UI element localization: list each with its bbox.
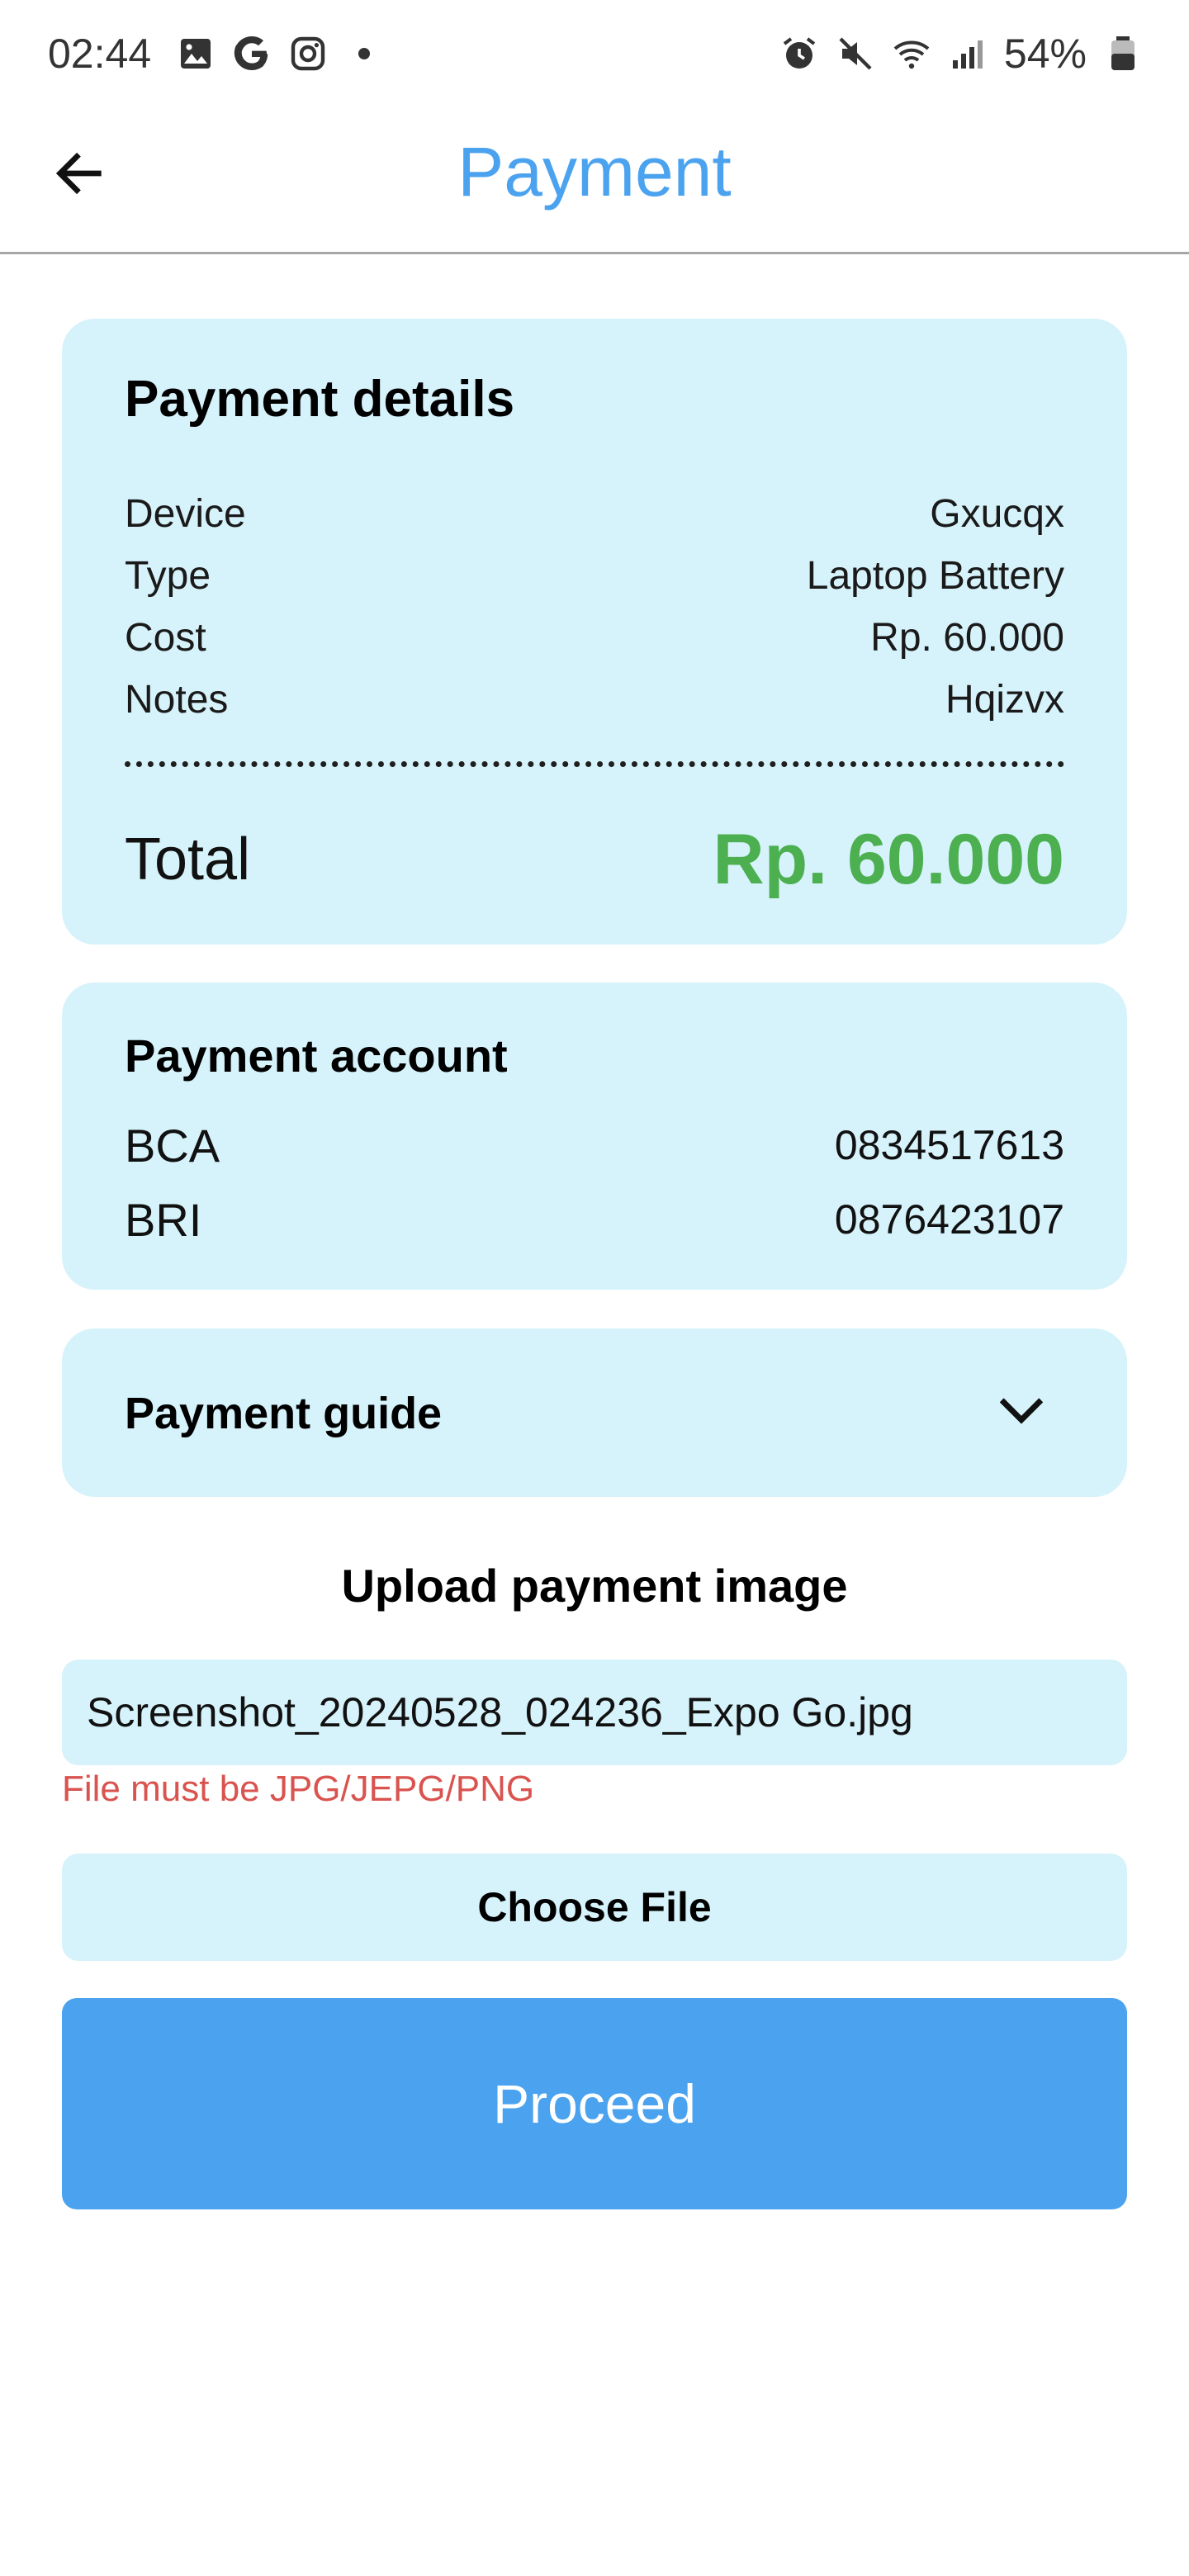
status-bar: 02:44 54% bbox=[0, 0, 1189, 107]
status-left: 02:44 bbox=[48, 30, 384, 78]
alarm-icon bbox=[779, 34, 819, 73]
total-row: Total Rp. 60.000 bbox=[125, 814, 1064, 905]
choose-file-button[interactable]: Choose File bbox=[62, 1854, 1127, 1961]
bank-name: BRI bbox=[125, 1193, 202, 1246]
file-type-error: File must be JPG/JEPG/PNG bbox=[62, 1769, 535, 1809]
payment-screen: 02:44 54% Payment Payment details Device… bbox=[0, 0, 1189, 2576]
account-row-bri: BRI 0876423107 bbox=[125, 1186, 1064, 1252]
detail-row-notes: Notes Hqizvx bbox=[125, 670, 1064, 728]
dot-icon bbox=[344, 34, 384, 73]
payment-details-title: Payment details bbox=[125, 371, 515, 428]
detail-value: Gxucqx bbox=[930, 491, 1064, 536]
account-number: 0876423107 bbox=[834, 1196, 1064, 1243]
google-icon bbox=[232, 34, 272, 73]
total-value: Rp. 60.000 bbox=[713, 819, 1064, 899]
status-right: 54% bbox=[779, 30, 1143, 78]
signal-icon bbox=[948, 34, 988, 73]
payment-details-card: Payment details Device Gxucqx Type Lapto… bbox=[62, 319, 1127, 945]
page-title: Payment bbox=[457, 133, 732, 211]
app-header: Payment bbox=[0, 107, 1189, 254]
image-icon bbox=[176, 34, 216, 73]
detail-value: Rp. 60.000 bbox=[870, 615, 1064, 660]
detail-row-device: Device Gxucqx bbox=[125, 485, 1064, 542]
detail-label: Cost bbox=[125, 615, 206, 660]
detail-value: Laptop Battery bbox=[806, 553, 1064, 598]
detail-label: Notes bbox=[125, 677, 229, 722]
bank-name: BCA bbox=[125, 1119, 220, 1172]
wifi-icon bbox=[892, 34, 931, 73]
detail-row-type: Type Laptop Battery bbox=[125, 547, 1064, 604]
status-time: 02:44 bbox=[48, 31, 152, 77]
payment-guide-title: Payment guide bbox=[125, 1389, 443, 1438]
chevron-down-icon[interactable] bbox=[995, 1385, 1048, 1437]
detail-label: Device bbox=[125, 491, 246, 536]
mute-icon bbox=[836, 34, 875, 73]
proceed-button[interactable]: Proceed bbox=[62, 1998, 1127, 2209]
detail-value: Hqizvx bbox=[945, 677, 1064, 722]
payment-guide-accordion[interactable]: Payment guide bbox=[62, 1328, 1127, 1497]
battery-percent: 54% bbox=[1003, 31, 1087, 77]
payment-account-title: Payment account bbox=[125, 1030, 508, 1082]
selected-file-field[interactable]: Screenshot_20240528_024236_Expo Go.jpg bbox=[62, 1660, 1127, 1765]
instagram-icon bbox=[288, 34, 328, 73]
battery-icon bbox=[1103, 34, 1143, 73]
upload-title: Upload payment image bbox=[341, 1560, 848, 1612]
account-number: 0834517613 bbox=[834, 1122, 1064, 1168]
account-row-bca: BCA 0834517613 bbox=[125, 1112, 1064, 1178]
detail-label: Type bbox=[125, 553, 211, 598]
detail-row-cost: Cost Rp. 60.000 bbox=[125, 608, 1064, 666]
dotted-divider bbox=[125, 761, 1064, 767]
total-label: Total bbox=[125, 826, 251, 893]
payment-account-card: Payment account BCA 0834517613 BRI 08764… bbox=[62, 983, 1127, 1290]
